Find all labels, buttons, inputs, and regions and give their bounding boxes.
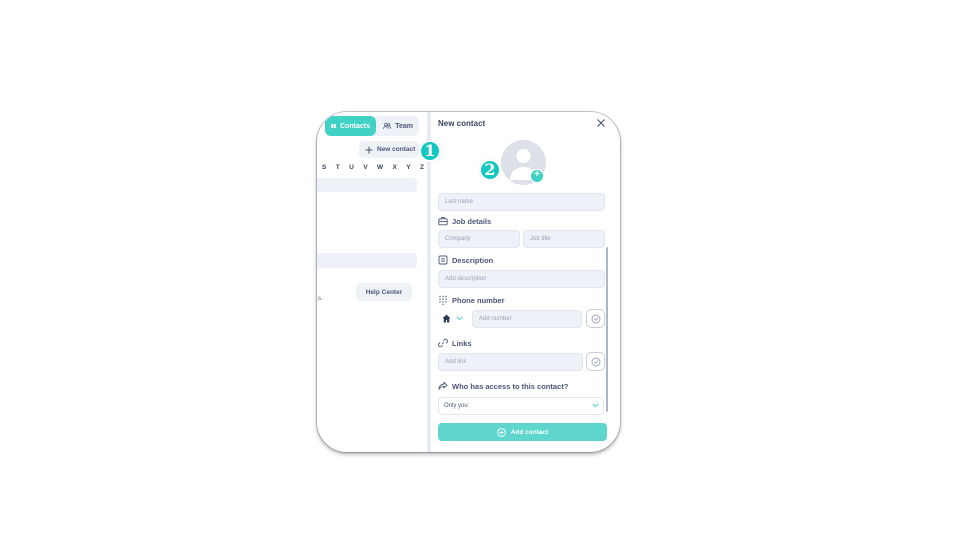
people-icon bbox=[383, 122, 392, 129]
job-details-heading: Job details bbox=[438, 216, 491, 226]
tab-team[interactable]: Team bbox=[377, 116, 419, 136]
access-heading: Who has access to this contact? bbox=[438, 381, 568, 391]
alpha-letter[interactable]: X bbox=[392, 164, 396, 171]
description-label: Description bbox=[452, 255, 494, 265]
check-circle-icon bbox=[591, 357, 600, 366]
job-title-field[interactable]: Job title bbox=[523, 230, 605, 248]
alpha-letter[interactable]: U bbox=[349, 164, 354, 171]
help-center-button[interactable]: Help Center bbox=[356, 283, 412, 301]
alpha-letter[interactable]: W bbox=[377, 164, 383, 171]
alpha-letter[interactable]: T bbox=[336, 164, 340, 171]
plus-icon bbox=[365, 146, 373, 153]
contacts-sidebar: Contacts Team New contact S T U V W X Y … bbox=[317, 112, 427, 452]
alpha-letter[interactable]: S bbox=[322, 164, 326, 171]
company-field[interactable]: Company bbox=[438, 230, 520, 248]
alpha-letter[interactable]: Z bbox=[420, 164, 424, 171]
contact-list-row[interactable] bbox=[317, 253, 417, 268]
dialpad-icon bbox=[439, 295, 447, 305]
phone-label: Phone number bbox=[452, 295, 505, 305]
close-icon[interactable] bbox=[595, 117, 607, 129]
job-details-label: Job details bbox=[452, 216, 492, 226]
new-contact-panel: New contact + Last name Job details Comp… bbox=[431, 112, 620, 452]
description-heading: Description bbox=[438, 255, 493, 265]
access-value: Only you bbox=[444, 403, 468, 409]
share-arrow-icon bbox=[438, 381, 448, 390]
link-icon bbox=[438, 338, 448, 348]
scrollbar[interactable] bbox=[606, 247, 608, 412]
phone-type-select[interactable] bbox=[438, 309, 467, 327]
tab-contacts[interactable]: Contacts bbox=[325, 116, 376, 136]
access-label: Who has access to this contact? bbox=[452, 381, 569, 391]
chevron-down-icon bbox=[592, 403, 599, 408]
alphabet-index: S T U V W X Y Z bbox=[322, 164, 424, 171]
confirm-link-button[interactable] bbox=[586, 352, 605, 371]
new-contact-button[interactable]: New contact bbox=[359, 141, 419, 158]
tab-team-label: Team bbox=[395, 122, 413, 130]
add-contact-button[interactable]: Add contact bbox=[438, 423, 607, 441]
step-badge-2: 2 bbox=[479, 159, 501, 181]
new-contact-label: New contact bbox=[377, 146, 416, 153]
phone-number-field[interactable]: Add number bbox=[472, 310, 582, 328]
check-circle-icon bbox=[591, 314, 600, 323]
access-select[interactable]: Only you bbox=[438, 397, 604, 415]
last-name-field[interactable]: Last name bbox=[438, 193, 605, 211]
confirm-phone-button[interactable] bbox=[586, 309, 605, 328]
briefcase-icon bbox=[438, 217, 448, 226]
contact-list-row[interactable] bbox=[317, 178, 417, 192]
help-center-label: Help Center bbox=[365, 288, 403, 296]
app-window: Contacts Team New contact S T U V W X Y … bbox=[317, 112, 620, 452]
view-tabs: Contacts Team bbox=[325, 116, 419, 136]
tab-contacts-label: Contacts bbox=[340, 122, 370, 130]
step-badge-1: 1 bbox=[419, 140, 441, 162]
links-label: Links bbox=[452, 338, 472, 348]
document-icon bbox=[438, 255, 448, 265]
alpha-letter[interactable]: V bbox=[363, 164, 367, 171]
add-contact-label: Add contact bbox=[510, 428, 549, 436]
plus-circle-icon bbox=[496, 427, 506, 437]
link-field[interactable]: Add link bbox=[438, 353, 583, 371]
phone-heading: Phone number bbox=[438, 295, 505, 305]
chevron-down-icon bbox=[456, 316, 463, 320]
home-icon bbox=[442, 314, 451, 322]
links-heading: Links bbox=[438, 338, 472, 348]
description-field[interactable]: Add description bbox=[438, 270, 605, 288]
truncated-text: s. bbox=[318, 296, 323, 302]
address-book-icon bbox=[331, 124, 336, 128]
panel-title: New contact bbox=[438, 119, 486, 128]
add-photo-button[interactable]: + bbox=[530, 169, 544, 183]
alpha-letter[interactable]: Y bbox=[406, 164, 410, 171]
